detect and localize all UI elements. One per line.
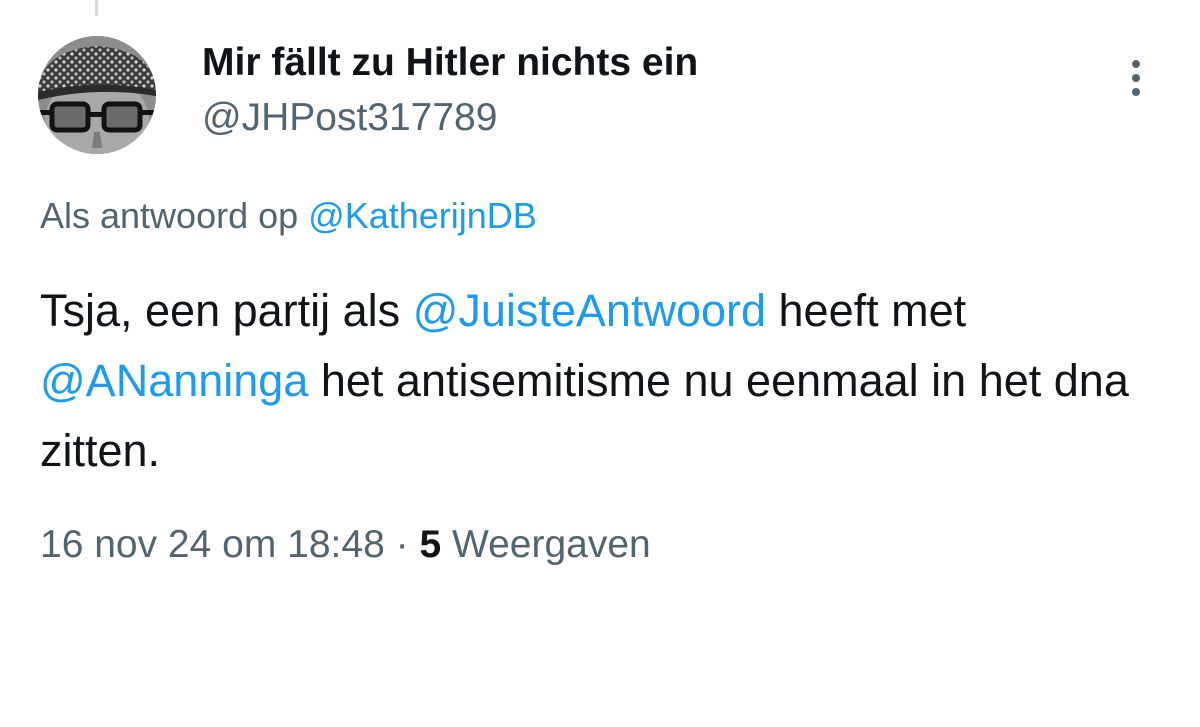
- mention-link-ananninga[interactable]: @ANanninga: [40, 355, 308, 406]
- reply-context: Als antwoord op @KatherijnDB: [40, 194, 537, 238]
- timestamp[interactable]: 16 nov 24 om 18:48: [40, 523, 385, 566]
- tweet-text: Tsja, een partij als @JuisteAntwoord hee…: [40, 276, 1170, 486]
- author-info: Mir fällt zu Hitler nichts ein @JHPost31…: [202, 40, 698, 141]
- thread-line: [95, 0, 98, 16]
- tweet-meta: 16 nov 24 om 18:48 · 5 Weergaven: [40, 522, 651, 568]
- reply-prefix: Als antwoord op: [40, 195, 299, 236]
- display-name[interactable]: Mir fällt zu Hitler nichts ein: [202, 40, 698, 86]
- avatar[interactable]: [38, 36, 156, 154]
- user-handle[interactable]: @JHPost317789: [202, 95, 698, 141]
- views-label: Weergaven: [452, 523, 651, 566]
- reply-mention-link[interactable]: @KatherijnDB: [308, 195, 537, 236]
- more-vertical-icon[interactable]: [1126, 60, 1146, 100]
- mention-link-juisteantwoord[interactable]: @JuisteAntwoord: [413, 285, 766, 336]
- tweet-text-part: heeft met: [766, 285, 967, 336]
- views-count: 5: [419, 523, 442, 566]
- tweet-text-part: Tsja, een partij als: [40, 285, 413, 336]
- tweet: Mir fällt zu Hitler nichts ein @JHPost31…: [0, 0, 1200, 727]
- meta-separator: ·: [395, 523, 409, 566]
